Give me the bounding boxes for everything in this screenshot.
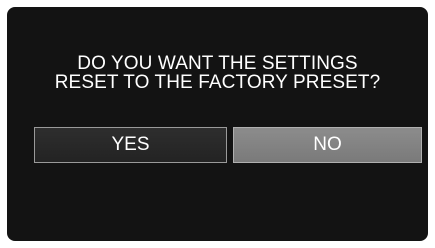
- reset-confirm-message: DO YOU WANT THE SETTINGS RESET TO THE FA…: [7, 54, 428, 92]
- message-line-1: DO YOU WANT THE SETTINGS: [77, 53, 358, 74]
- no-button[interactable]: NO: [233, 127, 422, 163]
- message-line-2: RESET TO THE FACTORY PRESET?: [54, 72, 381, 93]
- camera-lcd-screen: DO YOU WANT THE SETTINGS RESET TO THE FA…: [7, 7, 428, 241]
- yes-button[interactable]: YES: [34, 127, 227, 163]
